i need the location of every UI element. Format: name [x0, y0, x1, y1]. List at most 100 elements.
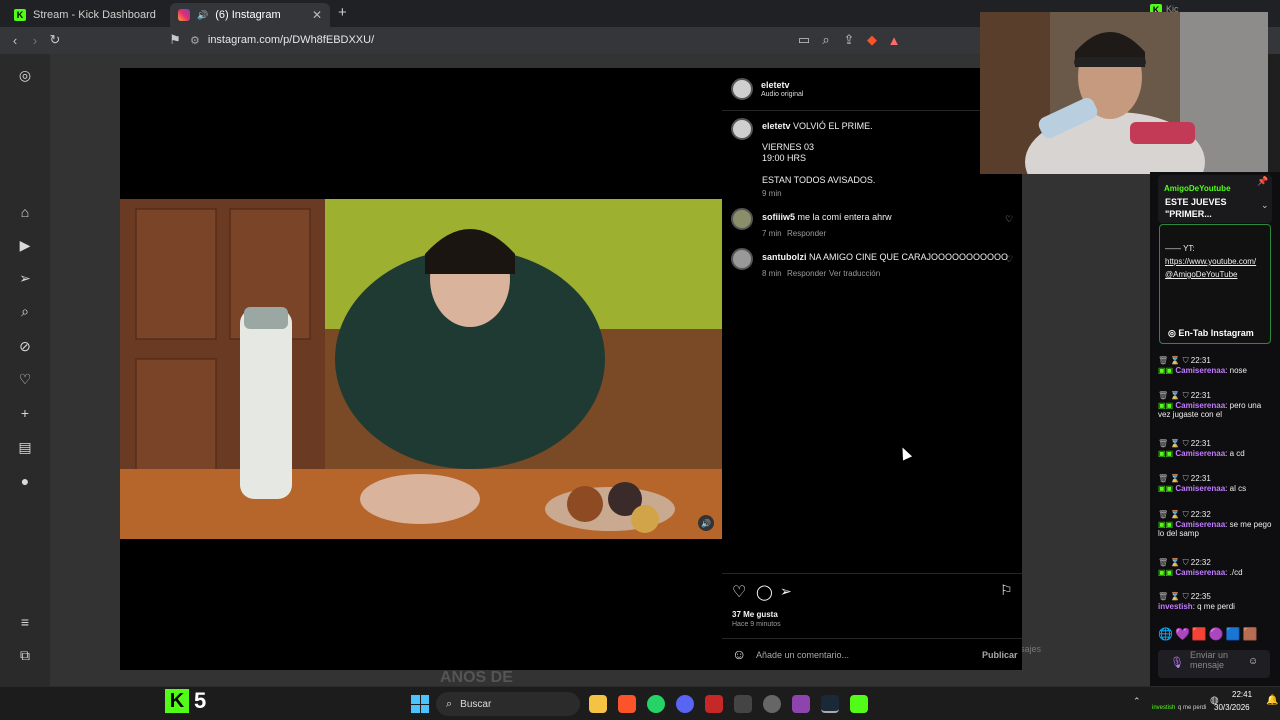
- site-info-icon[interactable]: ⚙: [190, 34, 200, 47]
- instagram-page: ◎ ⌂ ▶ ➢ ⌕ ⊘ ♡ + ▤ ● ≡ ⧉ AÑOS DE sajes 🔊 …: [0, 54, 1150, 686]
- app-icon[interactable]: [792, 695, 810, 713]
- tab-instagram[interactable]: 🔊 (6) Instagram ✕: [170, 3, 330, 27]
- tray-label: q me perdi: [1178, 705, 1207, 711]
- reload-icon[interactable]: ↻: [47, 32, 63, 48]
- cast-icon[interactable]: ▭: [796, 32, 812, 48]
- reply-button[interactable]: Responder: [787, 229, 826, 238]
- avatar[interactable]: [731, 208, 753, 230]
- clock-date[interactable]: 30/3/2026: [1214, 703, 1250, 712]
- close-tab-icon[interactable]: ✕: [312, 8, 322, 22]
- chat-message[interactable]: 🗑 ⌛ ⛉ 22:31 ▣▣ Camiserenaa: pero una vez…: [1158, 391, 1272, 419]
- pinned-link[interactable]: @AmigoDeYouTube: [1165, 270, 1237, 279]
- forward-icon[interactable]: ›: [27, 32, 43, 48]
- app-icon[interactable]: [705, 695, 723, 713]
- emote-bar[interactable]: 🌐💜🟥🟣🟦🟫: [1158, 627, 1260, 641]
- chat-message[interactable]: 🗑 ⌛ ⛉ 22:31 ▣▣ Camiserenaa: a cd: [1158, 439, 1272, 458]
- pinned-user[interactable]: AmigoDeYoutube: [1164, 184, 1231, 193]
- message-user[interactable]: Camiserenaa: [1175, 484, 1225, 493]
- translate-link[interactable]: Ver traducción: [829, 269, 880, 278]
- like-comment-icon[interactable]: ♡: [1005, 214, 1013, 225]
- comment-user[interactable]: sofiiiw5: [762, 212, 795, 222]
- comment-icon[interactable]: ◯: [756, 583, 773, 601]
- reply-button[interactable]: Responder: [787, 269, 826, 278]
- notifications-icon[interactable]: ♡: [16, 370, 34, 388]
- explore-icon[interactable]: ⊘: [16, 337, 34, 355]
- comment-input[interactable]: Añade un comentario...: [756, 650, 849, 660]
- brave-rewards-icon[interactable]: ▲: [886, 32, 902, 48]
- message-user[interactable]: investish: [1158, 602, 1193, 611]
- app-icon[interactable]: [763, 695, 781, 713]
- more-menu-icon[interactable]: ≡: [16, 613, 34, 631]
- notification-icon[interactable]: 🔔: [1266, 695, 1278, 706]
- chat-message[interactable]: 🗑 ⌛ ⛉ 22:35 investish: q me perdi: [1158, 592, 1272, 611]
- reels-icon[interactable]: ▶: [16, 236, 34, 254]
- message-user[interactable]: Camiserenaa: [1175, 449, 1225, 458]
- mute-icon[interactable]: 🔊: [698, 515, 714, 531]
- pinned-title: ESTE JUEVES "PRIMER...: [1165, 197, 1227, 219]
- message-user[interactable]: Camiserenaa: [1175, 520, 1225, 529]
- meta-apps-icon[interactable]: ⧉: [16, 646, 34, 664]
- zoom-icon[interactable]: ⌕: [818, 32, 834, 48]
- chat-input[interactable]: 🎙 Enviar un mensaje ☺: [1158, 650, 1270, 678]
- badge-icon: ▣▣: [1158, 366, 1174, 375]
- post-audio[interactable]: Audio original: [761, 91, 803, 98]
- post-video[interactable]: 🔊: [120, 199, 722, 539]
- file-explorer-icon[interactable]: [589, 695, 607, 713]
- tray-label: investish: [1152, 705, 1176, 711]
- chat-message[interactable]: 🗑 ⌛ ⛉ 22:31 ▣▣ Camiserenaa: nose: [1158, 356, 1272, 375]
- bookmark-icon[interactable]: ⚑: [167, 32, 183, 48]
- pinned-message[interactable]: AmigoDeYoutube 📌 ESTE JUEVES "PRIMER... …: [1158, 175, 1272, 223]
- create-icon[interactable]: +: [16, 404, 34, 422]
- avatar[interactable]: [731, 248, 753, 270]
- avatar[interactable]: [731, 78, 753, 100]
- comment-user[interactable]: santubolzi: [762, 252, 807, 262]
- caption-author[interactable]: eletetv: [762, 121, 791, 131]
- tray-expand-icon[interactable]: ⌃: [1133, 696, 1141, 707]
- steam-icon[interactable]: [821, 695, 839, 713]
- dashboard-icon[interactable]: ▤: [16, 438, 34, 456]
- mic-icon[interactable]: 🎙: [1170, 656, 1184, 669]
- share-icon[interactable]: ⇪: [841, 32, 857, 48]
- instagram-icon: ◎: [1168, 328, 1176, 338]
- message-user[interactable]: Camiserenaa: [1175, 568, 1225, 577]
- like-count[interactable]: 37 Me gusta: [732, 610, 778, 619]
- new-tab-icon[interactable]: +: [338, 4, 347, 21]
- pinned-link[interactable]: https://www.youtube.com/: [1165, 257, 1256, 266]
- publish-button[interactable]: Publicar: [982, 650, 1018, 660]
- brave-browser-icon[interactable]: [618, 695, 636, 713]
- like-icon[interactable]: ♡: [732, 582, 746, 602]
- discord-icon[interactable]: [676, 695, 694, 713]
- brave-shield-icon[interactable]: ◆: [864, 32, 880, 48]
- chat-message[interactable]: 🗑 ⌛ ⛉ 22:31 ▣▣ Camiserenaa: al cs: [1158, 474, 1272, 493]
- app-icon[interactable]: [734, 695, 752, 713]
- like-comment-icon[interactable]: ♡: [1005, 254, 1013, 265]
- whatsapp-icon[interactable]: [647, 695, 665, 713]
- tab-kick-dashboard[interactable]: K Stream - Kick Dashboard: [6, 3, 170, 27]
- emoji-icon[interactable]: ☺: [1248, 656, 1258, 667]
- messages-icon[interactable]: ➢: [16, 269, 34, 287]
- instagram-logo-icon[interactable]: ◎: [16, 66, 34, 84]
- kick-logo-icon: K: [165, 689, 189, 713]
- share-icon[interactable]: ➢: [780, 583, 792, 600]
- chat-message[interactable]: 🗑 ⌛ ⛉ 22:32 ▣▣ Camiserenaa: ./cd: [1158, 558, 1272, 577]
- search-icon[interactable]: ⌕: [16, 302, 34, 320]
- emoji-icon[interactable]: ☺: [732, 646, 746, 662]
- message-text: : ./cd: [1225, 568, 1243, 577]
- taskbar-search[interactable]: ⌕ Buscar: [436, 692, 580, 716]
- kick-app-icon[interactable]: [850, 695, 868, 713]
- avatar[interactable]: [731, 118, 753, 140]
- clock-time[interactable]: 22:41: [1232, 690, 1252, 699]
- back-icon[interactable]: ‹: [7, 32, 23, 48]
- caption-time: 9 min: [762, 189, 782, 198]
- windows-start-icon[interactable]: [411, 695, 429, 713]
- chat-message[interactable]: 🗑 ⌛ ⛉ 22:32 ▣▣ Camiserenaa: se me pego l…: [1158, 510, 1272, 538]
- message-user[interactable]: Camiserenaa: [1175, 401, 1225, 410]
- badge-icon: ▣▣: [1158, 568, 1174, 577]
- post-author[interactable]: eletetv: [761, 80, 790, 90]
- home-icon[interactable]: ⌂: [16, 203, 34, 221]
- badge-icon: ▣▣: [1158, 520, 1174, 529]
- chevron-down-icon[interactable]: ⌄: [1261, 200, 1269, 211]
- save-icon[interactable]: ⚐: [1000, 582, 1013, 599]
- profile-icon[interactable]: ●: [16, 472, 34, 490]
- message-user[interactable]: Camiserenaa: [1175, 366, 1225, 375]
